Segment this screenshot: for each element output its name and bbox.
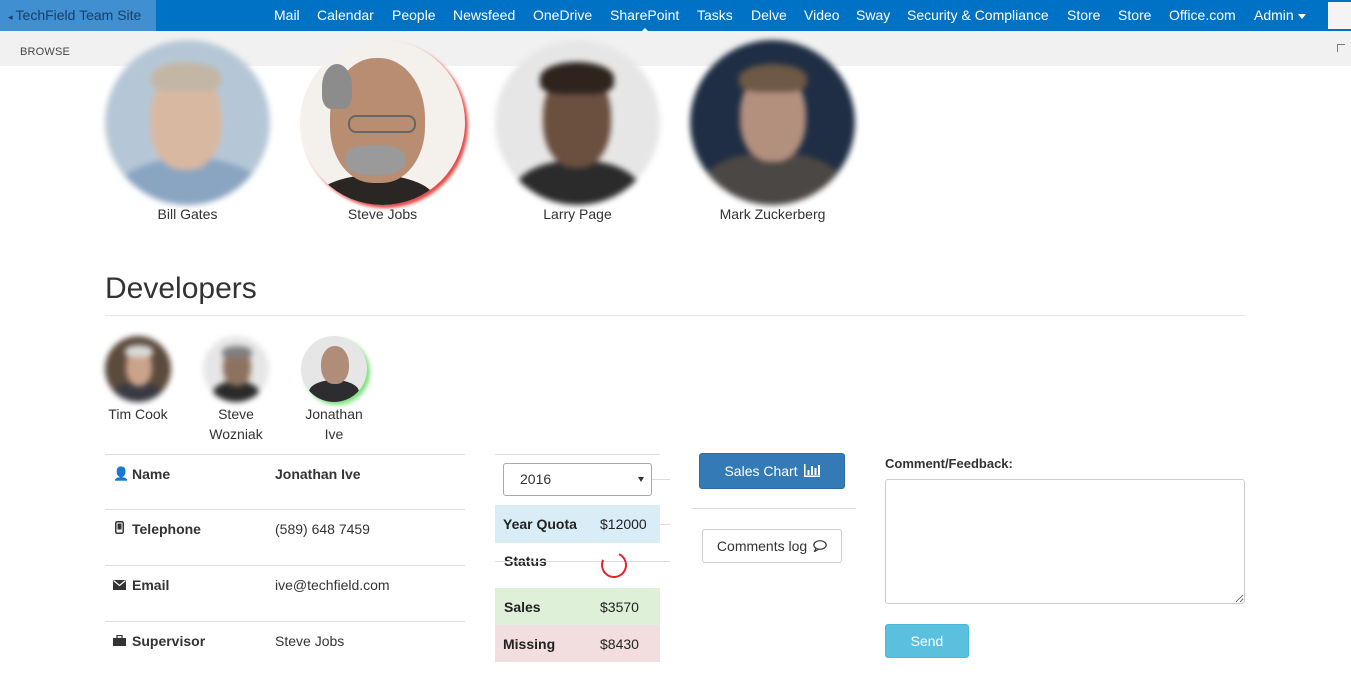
avatar-jonathan-ive[interactable] <box>301 336 367 402</box>
feedback-textarea[interactable] <box>885 479 1245 604</box>
divider <box>105 315 1245 316</box>
dev-name: Jonathan Ive <box>305 406 363 442</box>
nav-onedrive[interactable]: OneDrive <box>533 0 592 31</box>
year-quota-label: Year Quota <box>503 516 577 532</box>
sales-row: Sales $3570 <box>495 588 660 625</box>
help-button[interactable] <box>1328 2 1351 29</box>
back-caret-icon: ◂ <box>8 12 13 22</box>
divider <box>495 454 660 455</box>
avatar-mark-zuckerberg[interactable] <box>690 40 855 205</box>
divider <box>652 479 670 480</box>
sales-chart-button[interactable]: Sales Chart <box>699 453 845 489</box>
exec-name: Bill Gates <box>157 206 218 222</box>
avatar-tim-cook[interactable] <box>105 336 171 402</box>
nav-tasks[interactable]: Tasks <box>697 0 733 31</box>
divider <box>495 561 670 562</box>
sales-label: Sales <box>504 599 541 615</box>
telephone-value: (589) 648 7459 <box>275 521 370 537</box>
phone-icon <box>113 521 126 537</box>
feedback-label: Comment/Feedback: <box>885 456 1013 471</box>
avatar-larry-page[interactable] <box>495 40 660 205</box>
info-row-telephone: Telephone (589) 648 7459 <box>105 509 465 565</box>
info-row-supervisor: Supervisor Steve Jobs <box>105 621 465 677</box>
nav-newsfeed[interactable]: Newsfeed <box>453 0 515 31</box>
send-button[interactable]: Send <box>885 624 969 658</box>
supervisor-value: Steve Jobs <box>275 633 345 649</box>
bar-chart-icon <box>803 464 820 477</box>
dropdown-arrow-icon <box>638 477 644 482</box>
suite-bar: ◂ TechField Team Site Mail Calendar Peopl… <box>0 0 1351 32</box>
avatar-steve-wozniak[interactable] <box>203 336 269 402</box>
admin-label: Admin <box>1254 7 1294 23</box>
nav-store-2[interactable]: Store <box>1118 0 1151 31</box>
status-row: Status <box>495 543 660 588</box>
divider <box>691 508 856 509</box>
admin-menu[interactable]: Admin <box>1254 0 1306 31</box>
dev-name: Tim Cook <box>108 406 168 422</box>
name-label: Name <box>132 466 171 482</box>
year-select-value: 2016 <box>520 471 552 487</box>
sales-value: $3570 <box>600 599 639 615</box>
telephone-label: Telephone <box>132 521 201 537</box>
avatar-steve-jobs[interactable] <box>300 40 465 205</box>
dev-name: Steve Wozniak <box>209 406 263 442</box>
user-icon: 👤 <box>113 466 130 481</box>
site-link-label: TechField Team Site <box>15 7 142 23</box>
info-row-name: 👤 Name Jonathan Ive <box>105 454 465 510</box>
nav-security-compliance[interactable]: Security & Compliance <box>907 0 1049 31</box>
year-select[interactable]: 2016 <box>503 463 652 496</box>
comment-icon <box>813 540 827 553</box>
chevron-down-icon <box>1297 13 1306 19</box>
browse-tab[interactable]: BROWSE <box>20 46 70 58</box>
comments-log-button[interactable]: Comments log <box>702 529 842 563</box>
nav-video[interactable]: Video <box>804 0 840 31</box>
year-quota-row: Year Quota $12000 <box>495 505 660 543</box>
site-link[interactable]: ◂ TechField Team Site <box>0 0 156 31</box>
info-row-email: Email ive@techfield.com <box>105 565 465 621</box>
year-quota-value: $12000 <box>600 516 647 532</box>
comments-log-label: Comments log <box>716 538 808 554</box>
nav-mail[interactable]: Mail <box>274 0 300 31</box>
avatar-bill-gates[interactable] <box>105 40 270 205</box>
missing-label: Missing <box>503 636 556 652</box>
exec-name: Mark Zuckerberg <box>719 206 826 222</box>
nav-store[interactable]: Store <box>1067 0 1100 31</box>
exec-name: Steve Jobs <box>347 206 418 222</box>
nav-people[interactable]: People <box>392 0 436 31</box>
email-label: Email <box>132 577 170 593</box>
nav-delve[interactable]: Delve <box>751 0 787 31</box>
sales-chart-label: Sales Chart <box>724 463 798 479</box>
supervisor-label: Supervisor <box>132 633 206 649</box>
name-value: Jonathan Ive <box>275 466 361 482</box>
nav-calendar[interactable]: Calendar <box>317 0 374 31</box>
focus-on-content-icon[interactable] <box>1337 44 1345 52</box>
envelope-icon <box>113 578 126 593</box>
email-value: ive@techfield.com <box>275 577 390 593</box>
nav-office-com[interactable]: Office.com <box>1169 0 1236 31</box>
missing-row: Missing $8430 <box>495 625 660 662</box>
briefcase-icon <box>113 634 126 649</box>
exec-name: Larry Page <box>543 206 612 222</box>
nav-sharepoint[interactable]: SharePoint <box>610 0 679 32</box>
divider <box>660 524 670 525</box>
nav-sway[interactable]: Sway <box>856 0 890 31</box>
missing-value: $8430 <box>600 636 639 652</box>
section-title: Developers <box>105 272 257 305</box>
